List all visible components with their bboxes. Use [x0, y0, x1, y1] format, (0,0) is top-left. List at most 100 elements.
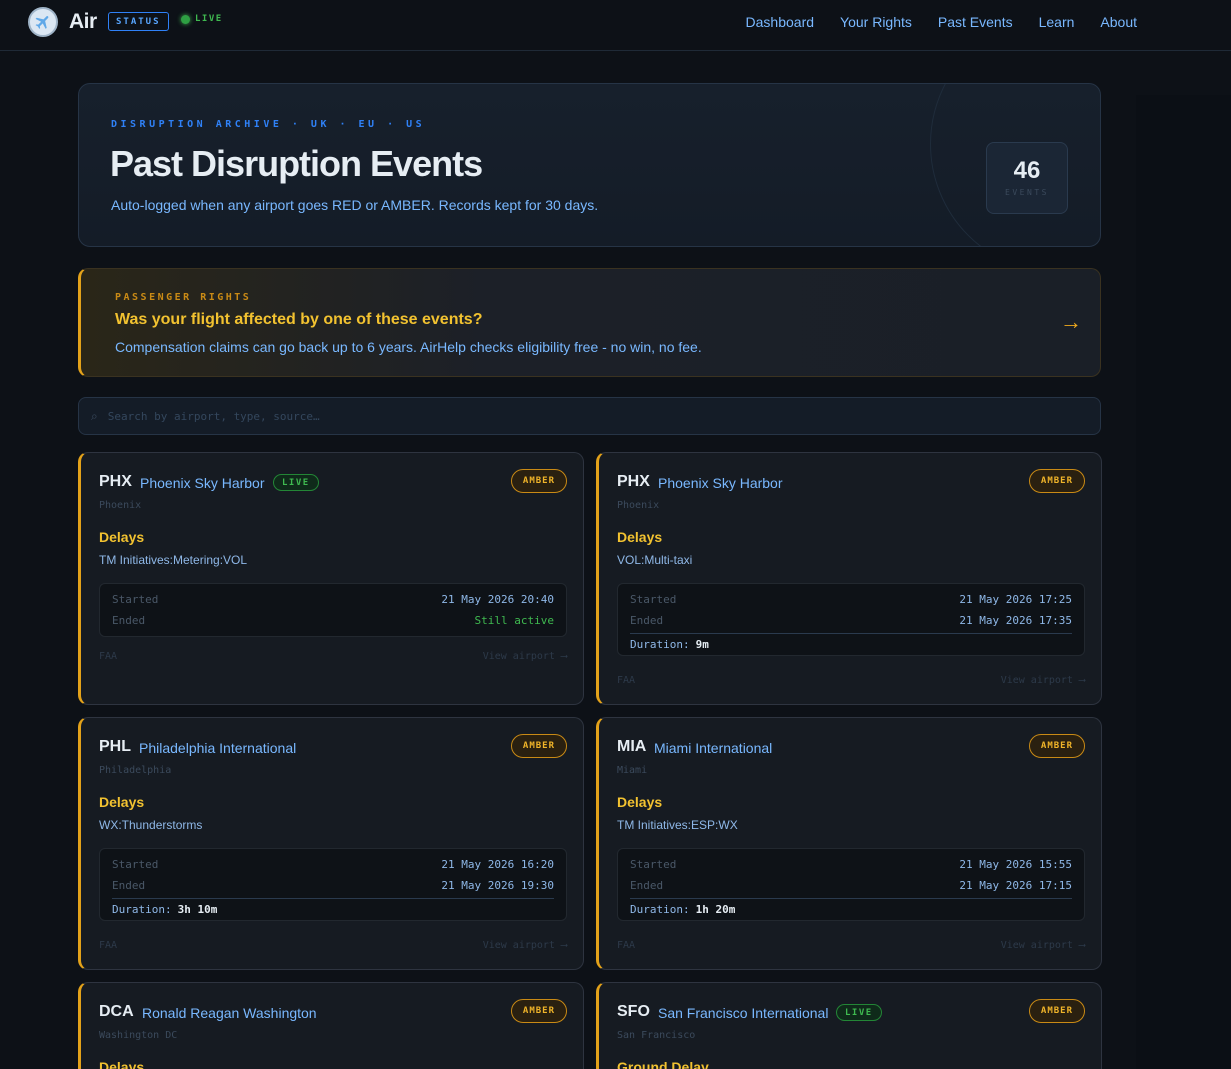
- ended-label: Ended: [112, 614, 146, 627]
- event-type: Delays: [617, 794, 663, 810]
- started-value: 21 May 2026 16:20: [441, 858, 554, 871]
- airport-code: PHX: [99, 473, 132, 490]
- duration-row: Duration: 9m: [630, 633, 1072, 655]
- airport-code: MIA: [617, 738, 647, 755]
- time-box: Started 21 May 2026 20:40 Ended Still ac…: [99, 583, 567, 637]
- airport-name[interactable]: Miami International: [654, 740, 772, 756]
- card-footer: FAA View airport ⟶: [617, 940, 1085, 951]
- event-reason: VOL:Multi-taxi: [617, 553, 693, 567]
- status-badge: AMBER: [1028, 734, 1085, 758]
- source-label: FAA: [99, 651, 118, 662]
- event-count-box: 46 EVENTS: [986, 142, 1068, 214]
- passenger-rights-banner[interactable]: PASSENGER RIGHTS Was your flight affecte…: [78, 268, 1101, 377]
- view-airport-link[interactable]: View airport ⟶: [1001, 940, 1085, 951]
- started-row: Started 21 May 2026 17:25: [630, 589, 1072, 610]
- search-input[interactable]: [107, 409, 1100, 423]
- event-card[interactable]: PHX Phoenix Sky Harbor AMBER Phoenix Delays V…: [596, 452, 1102, 705]
- live-label: LIVE: [195, 14, 223, 24]
- nav-link-about[interactable]: About: [1100, 14, 1137, 30]
- scrollbar-track[interactable]: [1136, 95, 1231, 1069]
- view-airport-link[interactable]: View airport ⟶: [1001, 675, 1085, 686]
- started-row: Started 21 May 2026 16:20: [112, 854, 554, 875]
- airport-name[interactable]: Phoenix Sky Harbor: [658, 475, 783, 491]
- plane-logo-icon[interactable]: [28, 7, 58, 37]
- brand-name[interactable]: Air: [69, 10, 97, 34]
- live-indicator: LIVE: [181, 14, 223, 24]
- duration-row: Duration: 1h 20m: [630, 898, 1072, 920]
- nav-link-dashboard[interactable]: Dashboard: [746, 14, 815, 30]
- airport-name[interactable]: San Francisco International: [658, 1005, 828, 1021]
- source-label: FAA: [617, 940, 636, 951]
- ended-value: 21 May 2026 17:15: [959, 879, 1072, 892]
- event-card[interactable]: SFO San Francisco International LIVE AMBER S…: [596, 982, 1102, 1069]
- airport-code: PHX: [617, 473, 650, 490]
- event-card[interactable]: DCA Ronald Reagan Washington AMBER Washingt…: [78, 982, 584, 1069]
- ended-label: Ended: [630, 879, 664, 892]
- status-badge: AMBER: [1028, 469, 1085, 493]
- source-label: FAA: [99, 940, 118, 951]
- duration-value: 9m: [695, 638, 709, 651]
- started-row: Started 21 May 2026 15:55: [630, 854, 1072, 875]
- hero-panel: DISRUPTION ARCHIVE · UK · EU · US Past D…: [78, 83, 1101, 247]
- search-icon: ⌕: [91, 408, 98, 423]
- event-count-label: EVENTS: [1005, 188, 1049, 197]
- airport-code: PHL: [99, 738, 131, 755]
- hero-kicker: DISRUPTION ARCHIVE · UK · EU · US: [111, 119, 426, 130]
- event-reason: TM Initiatives:Metering:VOL: [99, 553, 248, 567]
- arrow-right-icon[interactable]: →: [1060, 309, 1082, 335]
- airport-name[interactable]: Ronald Reagan Washington: [142, 1005, 317, 1021]
- event-card[interactable]: MIA Miami International AMBER Miami Delays TM…: [596, 717, 1102, 970]
- card-footer: FAA View airport ⟶: [99, 940, 567, 951]
- duration-label: Duration:: [630, 638, 690, 651]
- duration-row: Duration: 3h 10m: [112, 898, 554, 920]
- ended-row: Ended Still active: [112, 610, 554, 631]
- event-reason: TM Initiatives:ESP:WX: [617, 818, 738, 832]
- live-dot-icon: [181, 14, 190, 24]
- status-pill: STATUS: [108, 12, 169, 31]
- duration-label: Duration:: [112, 903, 172, 916]
- city-label: Philadelphia: [99, 765, 172, 776]
- ended-row: Ended 21 May 2026 17:15: [630, 875, 1072, 896]
- ended-label: Ended: [630, 614, 664, 627]
- event-count: 46: [1013, 157, 1041, 184]
- started-value: 21 May 2026 15:55: [959, 858, 1072, 871]
- airport-name[interactable]: Phoenix Sky Harbor: [140, 475, 265, 491]
- nav-link-your-rights[interactable]: Your Rights: [840, 14, 912, 30]
- nav-link-learn[interactable]: Learn: [1039, 14, 1075, 30]
- airport-name[interactable]: Philadelphia International: [139, 740, 296, 756]
- status-badge: AMBER: [510, 999, 567, 1023]
- nav-links: Dashboard Your Rights Past Events Learn …: [746, 14, 1137, 30]
- city-label: Phoenix: [99, 500, 142, 511]
- time-box: Started 21 May 2026 16:20 Ended 21 May 2…: [99, 848, 567, 921]
- airport-code: SFO: [617, 1003, 650, 1020]
- nav-link-past-events[interactable]: Past Events: [938, 14, 1013, 30]
- source-label: FAA: [617, 675, 636, 686]
- started-label: Started: [630, 593, 677, 606]
- banner-title: Was your flight affected by one of these…: [115, 311, 483, 328]
- event-type: Ground Delay: [617, 1059, 709, 1069]
- started-label: Started: [112, 858, 159, 871]
- started-label: Started: [112, 593, 159, 606]
- event-card[interactable]: PHX Phoenix Sky Harbor LIVE AMBER Phoenix Del…: [78, 452, 584, 705]
- ended-value: 21 May 2026 19:30: [441, 879, 554, 892]
- duration-value: 1h 20m: [695, 903, 736, 916]
- ended-value: 21 May 2026 17:35: [959, 614, 1072, 627]
- status-badge: AMBER: [1028, 999, 1085, 1023]
- started-value: 21 May 2026 17:25: [959, 593, 1072, 606]
- status-badge: AMBER: [510, 734, 567, 758]
- duration-label: Duration:: [630, 903, 690, 916]
- event-reason: WX:Thunderstorms: [99, 818, 203, 832]
- event-card[interactable]: PHL Philadelphia International AMBER Philad…: [78, 717, 584, 970]
- event-type: Delays: [99, 1059, 145, 1069]
- duration-value: 3h 10m: [177, 903, 218, 916]
- status-badge: AMBER: [510, 469, 567, 493]
- started-value: 21 May 2026 20:40: [441, 593, 554, 606]
- time-box: Started 21 May 2026 17:25 Ended 21 May 2…: [617, 583, 1085, 656]
- live-badge: LIVE: [273, 474, 319, 491]
- city-label: Miami: [617, 765, 648, 776]
- started-label: Started: [630, 858, 677, 871]
- hero-subtitle: Auto-logged when any airport goes RED or…: [111, 197, 599, 213]
- view-airport-link[interactable]: View airport ⟶: [483, 940, 567, 951]
- city-label: Washington DC: [99, 1030, 178, 1041]
- view-airport-link[interactable]: View airport ⟶: [483, 651, 567, 662]
